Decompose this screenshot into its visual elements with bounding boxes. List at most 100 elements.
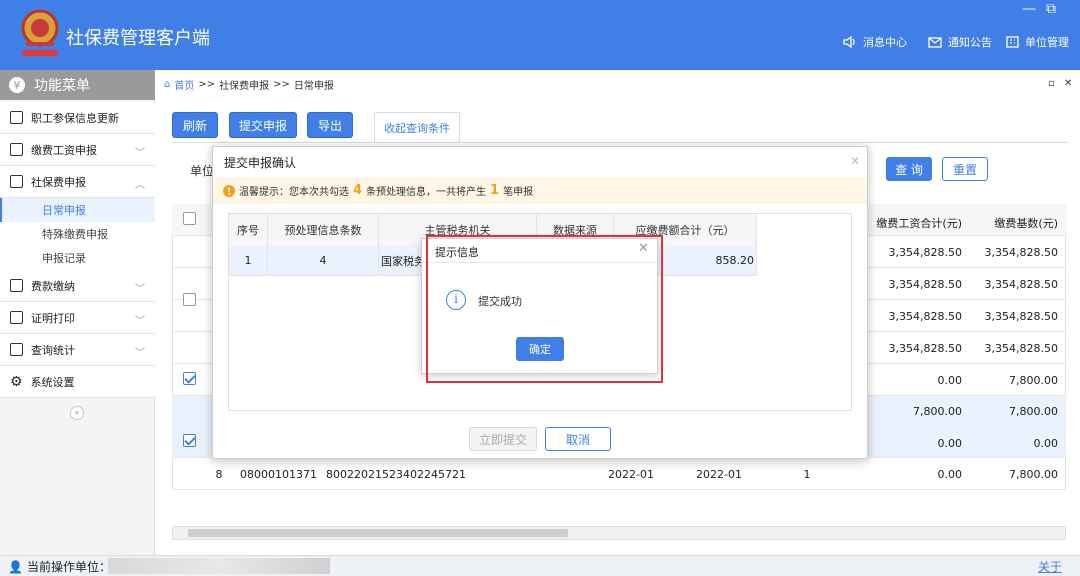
grid-cell-period-end: 2022-01 [696,468,742,481]
tip-count: 4 [353,183,363,198]
breadcrumb-separator: >> [273,79,290,90]
status-label: 当前操作单位： [26,560,111,574]
grid-cell-base: 3,354,828.50 [984,342,1058,355]
tip-text: 条预处理信息，一共将产生 [366,187,487,198]
grid-cell-base: 7,800.00 [1009,405,1058,418]
sidebar-header: ¥ 功能菜单 [0,70,155,100]
sidebar-subitem-label: 申报记录 [42,252,86,265]
breadcrumb-home[interactable]: 首页 [174,77,194,92]
filter-unit-label: 单位 [190,164,215,178]
grid-cell-wage: 0.00 [937,468,963,481]
svg-text:¥: ¥ [14,79,21,92]
reset-button[interactable]: 重置 [942,157,988,181]
minimize-button[interactable]: — [1020,2,1038,16]
tip-text: 温馨提示：您本次共勾选 [239,187,349,198]
message-center-label: 消息中心 [863,36,907,49]
sidebar-subitem-label: 特殊缴费申报 [42,228,108,241]
breadcrumb-separator: >> [198,79,216,90]
restore-button[interactable]: ⧉ [1042,2,1060,16]
chevron-up-icon: ︿ [135,180,145,191]
dialog-close-icon[interactable]: ✕ [850,154,860,168]
breadcrumb: ⌂ 首页 >> 社保费申报 >> 日常申报 [164,77,334,92]
home-icon: ⌂ [164,79,171,90]
sidebar-subitem-declare-records[interactable]: 申报记录 [0,246,155,270]
list-icon [10,111,23,124]
submit-declare-button[interactable]: 提交申报 [229,112,297,138]
sidebar-item-wage-declare[interactable]: 缴费工资申报 ﹀ [0,134,155,166]
chart-icon [10,343,23,356]
grid-cell-count: 1 [803,468,811,481]
chevron-down-icon: ﹀ [135,284,145,295]
edit-icon [10,143,23,156]
sidebar-item-system-settings[interactable]: ⚙ 系统设置 [0,366,155,398]
unit-management-label: 单位管理 [1025,36,1069,49]
grid-cell-period-start: 2022-01 [608,468,654,481]
grid-cell-base: 7,800.00 [1009,468,1058,481]
sidebar-header-label: 功能菜单 [34,78,90,94]
user-icon: 👤 [8,559,23,574]
notice-label: 通知公告 [948,36,992,49]
sidebar-item-fee-payment[interactable]: 费款缴纳 ﹀ [0,270,155,302]
unit-management-link[interactable]: 单位管理 [1006,34,1069,50]
about-link[interactable]: 关于 [1038,558,1062,575]
tip-text: 笔申报 [503,187,534,198]
collapse-query-tab[interactable]: 收起查询条件 [374,112,460,142]
grid-cell-base: 7,800.00 [1009,374,1058,387]
dialog-title: 提交申报确认 [224,156,297,170]
collapse-sidebar-button[interactable]: « [70,406,84,420]
sidebar-item-employee-info[interactable]: 职工参保信息更新 [0,102,155,134]
chevron-down-icon: ﹀ [135,348,145,359]
grid-cell-base: 0.00 [1033,437,1059,450]
notice-link[interactable]: 通知公告 [928,34,992,50]
refresh-button[interactable]: 刷新 [172,112,218,138]
grid-cell-index: 8 [215,468,223,481]
grid-cell-code: 08000101371 [240,468,317,481]
status-unit-redacted [108,558,330,574]
sidebar-subitem-label: 日常申报 [42,204,86,217]
sidebar-item-query-stats[interactable]: 查询统计 ﹀ [0,334,155,366]
chevron-down-icon: ﹀ [135,316,145,327]
row-checkbox-checked[interactable] [183,372,196,385]
app-logo [18,8,62,58]
printer-icon [10,311,23,324]
grid-header-base: 缴费基数(元) [994,217,1058,230]
warning-icon [223,184,235,197]
app-title: 社保费管理客户端 [66,28,210,49]
sidebar-item-label: 费款缴纳 [31,279,75,293]
query-button[interactable]: 查 询 [886,157,932,181]
speaker-icon [843,36,855,48]
confirm-cell-count: 4 [268,246,379,276]
yuan-icon: ¥ [9,77,25,93]
sidebar-item-label: 缴费工资申报 [31,143,97,157]
grid-cell-base: 3,354,828.50 [984,278,1058,291]
select-all-checkbox[interactable] [183,212,196,225]
confirm-header-index: 序号 [229,214,268,246]
export-button[interactable]: 导出 [307,112,353,138]
building-icon [1006,36,1019,48]
mail-icon [928,36,942,48]
document-icon [10,175,23,188]
tab-restore-icon[interactable]: ▫ [1048,78,1055,89]
grid-cell-base: 3,354,828.50 [984,310,1058,323]
sidebar-item-label: 证明打印 [31,311,75,325]
tip-count: 1 [490,183,500,198]
sidebar-item-certificate-print[interactable]: 证明打印 ﹀ [0,302,155,334]
book-icon [10,279,23,292]
sidebar-item-label: 查询统计 [31,343,75,357]
sidebar-subitem-daily-declare[interactable]: 日常申报 [0,198,155,222]
breadcrumb-level1[interactable]: 社保费申报 [219,77,269,92]
sidebar-item-label: 系统设置 [30,375,75,389]
tab-close-icon[interactable]: ✕ [1064,78,1072,89]
sidebar-item-label: 社保费申报 [31,175,86,189]
scrollbar-thumb[interactable] [188,529,568,537]
grid-cell-base: 3,354,828.50 [984,246,1058,259]
row-checkbox-checked[interactable] [183,434,196,447]
status-current-unit: 👤 当前操作单位： [8,558,111,575]
grid-header-wage: 缴费工资合计(元) [876,217,962,230]
confirm-header-count: 预处理信息条数 [268,214,379,246]
sidebar-item-social-fee-declare[interactable]: 社保费申报 ︿ [0,166,155,198]
submit-now-button[interactable]: 立即提交 [469,427,537,451]
cancel-button[interactable]: 取消 [545,427,611,451]
message-center-link[interactable]: 消息中心 [843,34,907,50]
sidebar-subitem-special-declare[interactable]: 特殊缴费申报 [0,222,155,246]
